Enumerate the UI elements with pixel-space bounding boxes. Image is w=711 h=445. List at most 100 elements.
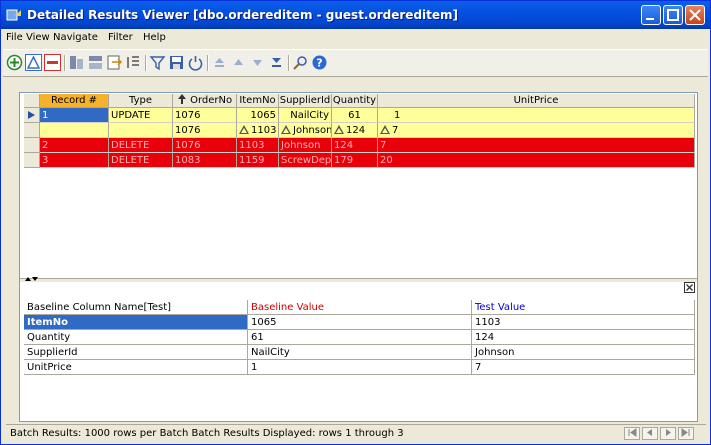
row-indicator[interactable] bbox=[24, 153, 40, 168]
maximize-icon bbox=[667, 9, 679, 21]
row-indicator[interactable] bbox=[24, 123, 40, 138]
next-batch-button[interactable] bbox=[660, 427, 676, 440]
table-row[interactable]: 2 DELETE 1076 1103 Johnson 124 7 bbox=[24, 138, 695, 153]
detail-column-name[interactable]: Quantity bbox=[24, 330, 248, 345]
column-header-supplierid[interactable]: SupplierId bbox=[279, 94, 332, 108]
last-batch-button[interactable] bbox=[678, 427, 694, 440]
row-indicator[interactable] bbox=[24, 108, 40, 123]
table-row[interactable]: 1 UPDATE 1076 1065 NailCity 61 1 bbox=[24, 108, 695, 123]
cell-record[interactable] bbox=[40, 123, 109, 138]
filter-icon[interactable] bbox=[149, 54, 166, 71]
grid-view-icon[interactable] bbox=[68, 54, 85, 71]
cell-quantity[interactable]: 179 bbox=[332, 153, 378, 168]
toolbar-separator bbox=[288, 55, 290, 71]
cell-itemno[interactable]: 1065 bbox=[237, 108, 279, 123]
cell-unitprice[interactable]: 7 bbox=[378, 123, 695, 138]
prev-batch-button[interactable] bbox=[642, 427, 658, 440]
minimize-button[interactable] bbox=[641, 5, 661, 25]
next-icon bbox=[666, 429, 671, 436]
prev-record-icon[interactable] bbox=[230, 54, 247, 71]
batch-pager bbox=[624, 427, 696, 441]
detail-baseline-value[interactable]: 1 bbox=[248, 360, 472, 375]
title-bar[interactable]: Detailed Results Viewer [dbo.ordereditem… bbox=[1, 1, 710, 29]
detail-row[interactable]: UnitPrice 1 7 bbox=[24, 360, 695, 375]
splitter-arrows-icon[interactable] bbox=[24, 276, 38, 282]
detail-test-value[interactable]: 1103 bbox=[472, 315, 695, 330]
first-record-icon[interactable] bbox=[211, 54, 228, 71]
menu-help[interactable]: Help bbox=[143, 32, 166, 43]
cell-type[interactable]: DELETE bbox=[109, 153, 173, 168]
menu-filter[interactable]: Filter bbox=[108, 32, 133, 43]
cell-unitprice[interactable]: 20 bbox=[378, 153, 695, 168]
menu-file[interactable]: File bbox=[6, 32, 23, 43]
cell-itemno[interactable]: 1103 bbox=[237, 123, 279, 138]
cell-type[interactable]: UPDATE bbox=[109, 108, 173, 123]
column-header-type[interactable]: Type bbox=[109, 94, 173, 108]
columns-icon[interactable] bbox=[125, 54, 142, 71]
cell-type[interactable] bbox=[109, 123, 173, 138]
save-icon[interactable] bbox=[168, 54, 185, 71]
column-header-unitprice[interactable]: UnitPrice bbox=[378, 94, 695, 108]
column-header-orderno[interactable]: OrderNo bbox=[173, 94, 237, 108]
detail-column-name[interactable]: SupplierId bbox=[24, 345, 248, 360]
cell-quantity[interactable]: 124 bbox=[332, 138, 378, 153]
cell-supplierid[interactable]: Johnson bbox=[279, 123, 332, 138]
cell-itemno[interactable]: 1159 bbox=[237, 153, 279, 168]
cell-record[interactable]: 2 bbox=[40, 138, 109, 153]
cell-supplierid[interactable]: Johnson bbox=[279, 138, 332, 153]
panel-splitter[interactable] bbox=[20, 278, 697, 282]
detail-row[interactable]: SupplierId NailCity Johnson bbox=[24, 345, 695, 360]
cell-orderno[interactable]: 1083 bbox=[173, 153, 237, 168]
minimize-icon bbox=[646, 18, 654, 20]
cell-orderno[interactable]: 1076 bbox=[173, 108, 237, 123]
detail-baseline-value[interactable]: NailCity bbox=[248, 345, 472, 360]
detail-column-name[interactable]: ItemNo bbox=[24, 315, 248, 330]
close-button[interactable] bbox=[685, 5, 705, 25]
column-header-record[interactable]: Record # bbox=[40, 94, 109, 108]
detail-row[interactable]: ItemNo 1065 1103 bbox=[24, 315, 695, 330]
next-record-icon[interactable] bbox=[249, 54, 266, 71]
cell-unitprice[interactable]: 1 bbox=[378, 108, 695, 123]
column-header-quantity[interactable]: Quantity bbox=[332, 94, 378, 108]
last-record-icon[interactable] bbox=[268, 54, 285, 71]
grid-rows-icon[interactable] bbox=[87, 54, 104, 71]
column-header-itemno[interactable]: ItemNo bbox=[237, 94, 279, 108]
detail-test-value[interactable]: 124 bbox=[472, 330, 695, 345]
cell-value: 1103 bbox=[251, 125, 277, 136]
maximize-button[interactable] bbox=[663, 5, 683, 25]
table-row[interactable]: 1076 1103 Johnson 124 7 bbox=[24, 123, 695, 138]
close-detail-button[interactable] bbox=[684, 282, 695, 293]
detail-test-value[interactable]: Johnson bbox=[472, 345, 695, 360]
delta-icon[interactable] bbox=[25, 54, 42, 71]
add-icon[interactable] bbox=[6, 54, 23, 71]
table-row[interactable]: 3 DELETE 1083 1159 ScrewDepot 179 20 bbox=[24, 153, 695, 168]
detail-header-column-name[interactable]: Baseline Column Name[Test] bbox=[24, 300, 248, 315]
cell-orderno[interactable]: 1076 bbox=[173, 138, 237, 153]
cell-record[interactable]: 1 bbox=[40, 108, 109, 123]
detail-header-baseline[interactable]: Baseline Value bbox=[248, 300, 472, 315]
detail-column-name[interactable]: UnitPrice bbox=[24, 360, 248, 375]
menu-navigate[interactable]: Navigate bbox=[53, 32, 98, 43]
cell-record[interactable]: 3 bbox=[40, 153, 109, 168]
detail-header-test[interactable]: Test Value bbox=[472, 300, 695, 315]
detail-row[interactable]: Quantity 61 124 bbox=[24, 330, 695, 345]
cell-quantity[interactable]: 61 bbox=[332, 108, 378, 123]
help-icon[interactable]: ? bbox=[311, 54, 328, 71]
detail-baseline-value[interactable]: 61 bbox=[248, 330, 472, 345]
cell-quantity[interactable]: 124 bbox=[332, 123, 378, 138]
detail-test-value[interactable]: 7 bbox=[472, 360, 695, 375]
remove-icon[interactable] bbox=[44, 54, 61, 71]
power-icon[interactable] bbox=[187, 54, 204, 71]
detail-baseline-value[interactable]: 1065 bbox=[248, 315, 472, 330]
cell-supplierid[interactable]: NailCity bbox=[279, 108, 332, 123]
cell-orderno[interactable]: 1076 bbox=[173, 123, 237, 138]
cell-unitprice[interactable]: 7 bbox=[378, 138, 695, 153]
cell-supplierid[interactable]: ScrewDepot bbox=[279, 153, 332, 168]
find-icon[interactable] bbox=[292, 54, 309, 71]
first-batch-button[interactable] bbox=[624, 427, 640, 440]
menu-view[interactable]: View bbox=[26, 32, 50, 43]
row-indicator[interactable] bbox=[24, 138, 40, 153]
cell-type[interactable]: DELETE bbox=[109, 138, 173, 153]
cell-itemno[interactable]: 1103 bbox=[237, 138, 279, 153]
export-icon[interactable] bbox=[106, 54, 123, 71]
